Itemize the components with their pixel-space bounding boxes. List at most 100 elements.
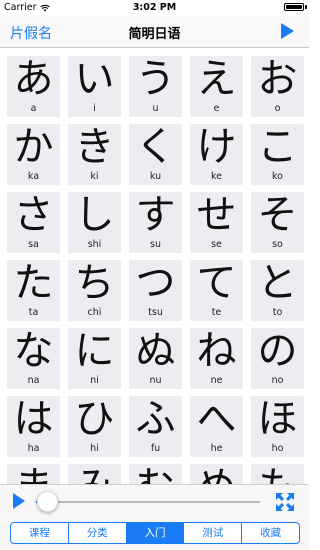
kana-cell[interactable]: て te [190,260,243,321]
kana-character: の [257,328,298,374]
romaji-label: ko [272,171,283,182]
kana-cell[interactable]: うu [129,56,182,117]
romaji-label: ki [90,171,99,182]
romaji-label: ni [90,375,99,386]
kana-cell[interactable]: ふ fu [129,396,182,457]
romaji-label: sa [28,239,39,250]
romaji-label: se [211,239,222,250]
status-bar: Carrier 3:02 PM [0,0,309,16]
kana-character: い [74,56,115,102]
kana-character: き [74,124,115,170]
kana-cell[interactable]: ね ne [190,328,243,389]
romaji-label: ke [210,171,222,182]
kana-character: も [251,464,304,484]
kana-cell[interactable]: か ka [7,124,60,185]
romaji-label: ta [28,307,39,318]
romaji-label: ku [149,171,162,182]
kana-cell[interactable]: す su [129,192,182,253]
kana-cell[interactable]: そ so [251,192,304,253]
romaji-label: tsu [148,307,163,318]
kana-character: す [135,192,176,238]
slider-track[interactable] [46,501,260,503]
romaji-label: te [211,307,222,318]
play-icon[interactable] [13,493,25,509]
kana-cell[interactable]: も [251,464,304,484]
kana-character: は [13,396,54,442]
navigation-bar: 片假名 简明日语 [0,16,309,48]
tab-0[interactable]: 课程 [11,523,69,543]
kana-cell[interactable]: こ ko [251,124,304,185]
romaji-label: so [272,239,283,250]
kana-character: こ [257,124,298,170]
kana-cell[interactable]: おo [251,56,304,117]
romaji-label: na [27,375,40,386]
kana-cell[interactable]: め [190,464,243,484]
kana-cell[interactable]: さ sa [7,192,60,253]
battery-tip [305,5,307,9]
kana-cell[interactable]: いi [68,56,121,117]
tab-2[interactable]: 入门 [126,523,185,543]
katakana-button[interactable]: 片假名 [10,23,52,43]
tab-4[interactable]: 收藏 [242,523,299,543]
status-time: 3:02 PM [132,2,177,13]
slider-thumb[interactable] [37,491,58,512]
romaji-label: he [210,443,223,454]
kana-cell[interactable]: き ki [68,124,121,185]
kana-character: か [13,124,54,170]
player-bar [0,484,309,518]
tab-bar: 课程 分类 入门 测试 收藏 [0,518,309,550]
kana-cell[interactable]: に ni [68,328,121,389]
kana-cell[interactable]: せ se [190,192,243,253]
kana-cell[interactable]: ま [7,464,60,484]
kana-cell[interactable]: ひ hi [68,396,121,457]
romaji-label: fu [150,443,161,454]
kana-character: た [13,260,54,306]
kana-grid-scroll[interactable]: あ a い i う u え e お o か ka き ki く ku け ke こ ko さ sa し shi す su せ se そ s… [0,48,309,484]
kana-character: せ [196,192,237,238]
kana-character: ほ [257,396,298,442]
kana-character: あ [13,56,54,102]
kana-cell[interactable]: ち chi [68,260,121,321]
kana-cell[interactable]: け ke [190,124,243,185]
romaji-label: to [272,307,283,318]
kana-cell[interactable]: へ he [190,396,243,457]
kana-character: ね [196,328,237,374]
kana-cell[interactable]: えe [190,56,243,117]
kana-character: そ [257,192,298,238]
battery-level [286,5,302,9]
kana-cell[interactable]: く ku [129,124,182,185]
kana-cell[interactable]: は ha [7,396,60,457]
kana-cell[interactable]: ぬ nu [129,328,182,389]
kana-cell[interactable]: な na [7,328,60,389]
kana-cell[interactable]: つ tsu [129,260,182,321]
kana-character: と [257,260,298,306]
kana-cell[interactable]: し shi [68,192,121,253]
kana-cell[interactable]: ほ ho [251,396,304,457]
kana-character: つ [135,260,176,306]
romaji-label: i [93,103,96,114]
kana-cell[interactable]: あa [7,56,60,117]
kana-character: ふ [135,396,176,442]
kana-cell[interactable]: と to [251,260,304,321]
segmented-control: 课程 分类 入门 测试 收藏 [10,522,300,544]
tab-1[interactable]: 分类 [69,523,127,543]
kana-cell[interactable]: の no [251,328,304,389]
fullscreen-expand-icon[interactable] [275,492,295,512]
romaji-label: ha [27,443,40,454]
battery-icon [284,3,304,11]
romaji-label: su [150,239,161,250]
kana-character: う [135,56,176,102]
kana-cell[interactable]: み [68,464,121,484]
play-icon[interactable] [281,23,294,39]
kana-cell[interactable]: た ta [7,260,60,321]
kana-character: む [129,464,182,484]
kana-character: お [257,56,298,102]
romaji-label: u [152,103,159,114]
app-screen: Carrier 3:02 PM 片假名 简明日语 あ a い i う u え e お o か ka き k… [0,0,309,550]
kana-character: な [13,328,54,374]
kana-character: ち [74,260,115,306]
kana-character: く [135,124,176,170]
kana-cell[interactable]: む [129,464,182,484]
tab-3[interactable]: 测试 [184,523,243,543]
romaji-label: o [274,103,281,114]
